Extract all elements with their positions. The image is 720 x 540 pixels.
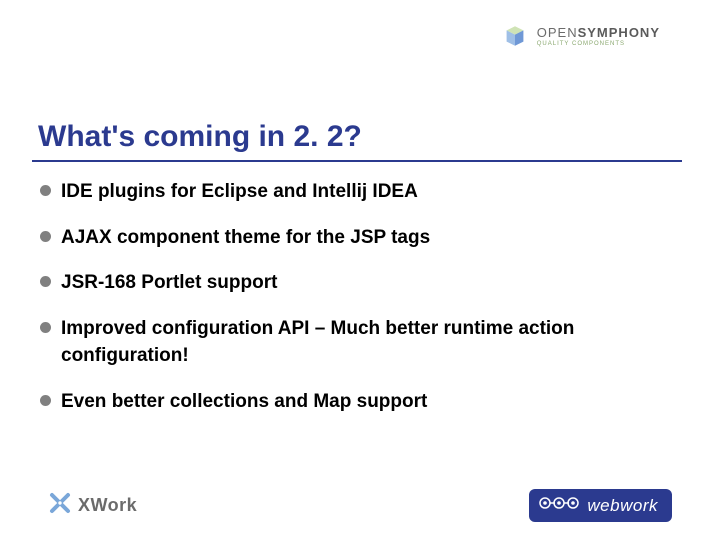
webwork-logo: webwork — [529, 489, 672, 522]
bullet-text: IDE plugins for Eclipse and Intellij IDE… — [61, 178, 418, 206]
opensymphony-logo: OPENSYMPHONY QUALITY COMPONENTS — [501, 22, 660, 50]
bullet-icon — [40, 231, 51, 242]
bullet-icon — [40, 395, 51, 406]
xwork-icon — [48, 491, 72, 520]
xwork-text: XWork — [78, 495, 137, 516]
bullet-text: JSR-168 Portlet support — [61, 269, 277, 297]
title-rule — [32, 160, 682, 162]
bullet-text: Improved configuration API – Much better… — [61, 315, 680, 370]
cube-icon — [501, 22, 529, 50]
list-item: IDE plugins for Eclipse and Intellij IDE… — [40, 178, 680, 206]
slide: OPENSYMPHONY QUALITY COMPONENTS What's c… — [0, 0, 720, 540]
bullet-text: AJAX component theme for the JSP tags — [61, 224, 430, 252]
brand-main-light: OPEN — [537, 25, 578, 40]
brand-main-bold: SYMPHONY — [578, 25, 660, 40]
list-item: Improved configuration API – Much better… — [40, 315, 680, 370]
list-item: Even better collections and Map support — [40, 388, 680, 416]
opensymphony-text: OPENSYMPHONY QUALITY COMPONENTS — [537, 26, 660, 47]
bullet-text: Even better collections and Map support — [61, 388, 427, 416]
xwork-logo: XWork — [48, 491, 137, 520]
brand-main: OPENSYMPHONY — [537, 26, 660, 39]
list-item: AJAX component theme for the JSP tags — [40, 224, 680, 252]
bullet-list: IDE plugins for Eclipse and Intellij IDE… — [40, 178, 680, 433]
bullet-icon — [40, 322, 51, 333]
webwork-icon — [539, 495, 579, 516]
bullet-icon — [40, 185, 51, 196]
bullet-icon — [40, 276, 51, 287]
webwork-text: webwork — [587, 496, 658, 516]
list-item: JSR-168 Portlet support — [40, 269, 680, 297]
brand-sub: QUALITY COMPONENTS — [537, 41, 660, 47]
slide-title: What's coming in 2. 2? — [38, 120, 362, 154]
footer: XWork webwork — [0, 489, 720, 522]
